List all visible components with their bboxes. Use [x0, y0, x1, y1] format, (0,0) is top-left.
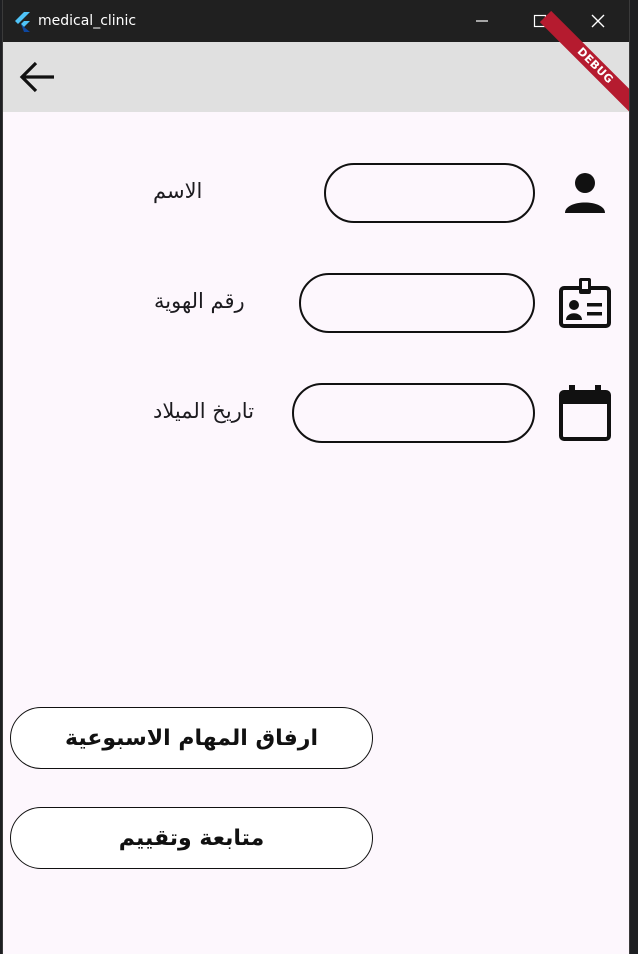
- birthdate-label: تاريخ الميلاد: [153, 399, 255, 423]
- close-button[interactable]: [569, 0, 627, 42]
- birthdate-row: تاريخ الميلاد: [3, 383, 629, 443]
- person-icon: [557, 163, 613, 223]
- follow-up-evaluation-button[interactable]: متابعة وتقييم: [10, 807, 373, 869]
- name-row: الاسم: [3, 163, 629, 223]
- calendar-icon: [557, 383, 613, 443]
- id-badge-icon: [557, 273, 613, 333]
- app-window: medical_clinic DEBUG الاسم رقم الهوية تا…: [2, 0, 630, 954]
- minimize-icon: [476, 20, 488, 22]
- back-button[interactable]: [17, 57, 57, 97]
- name-label: الاسم: [153, 179, 203, 203]
- title-bar: medical_clinic: [3, 0, 629, 42]
- id-label: رقم الهوية: [154, 289, 245, 313]
- close-icon: [591, 14, 605, 28]
- arrow-back-icon: [19, 61, 54, 93]
- name-input[interactable]: [324, 163, 535, 223]
- attach-weekly-tasks-button[interactable]: ارفاق المهام الاسبوعية: [10, 707, 373, 769]
- id-row: رقم الهوية: [3, 273, 629, 333]
- minimize-button[interactable]: [453, 0, 511, 42]
- id-input[interactable]: [299, 273, 535, 333]
- flutter-logo-icon: [13, 12, 31, 32]
- birthdate-input[interactable]: [292, 383, 535, 443]
- app-bar: DEBUG: [3, 10, 629, 122]
- window-title: medical_clinic: [38, 13, 137, 29]
